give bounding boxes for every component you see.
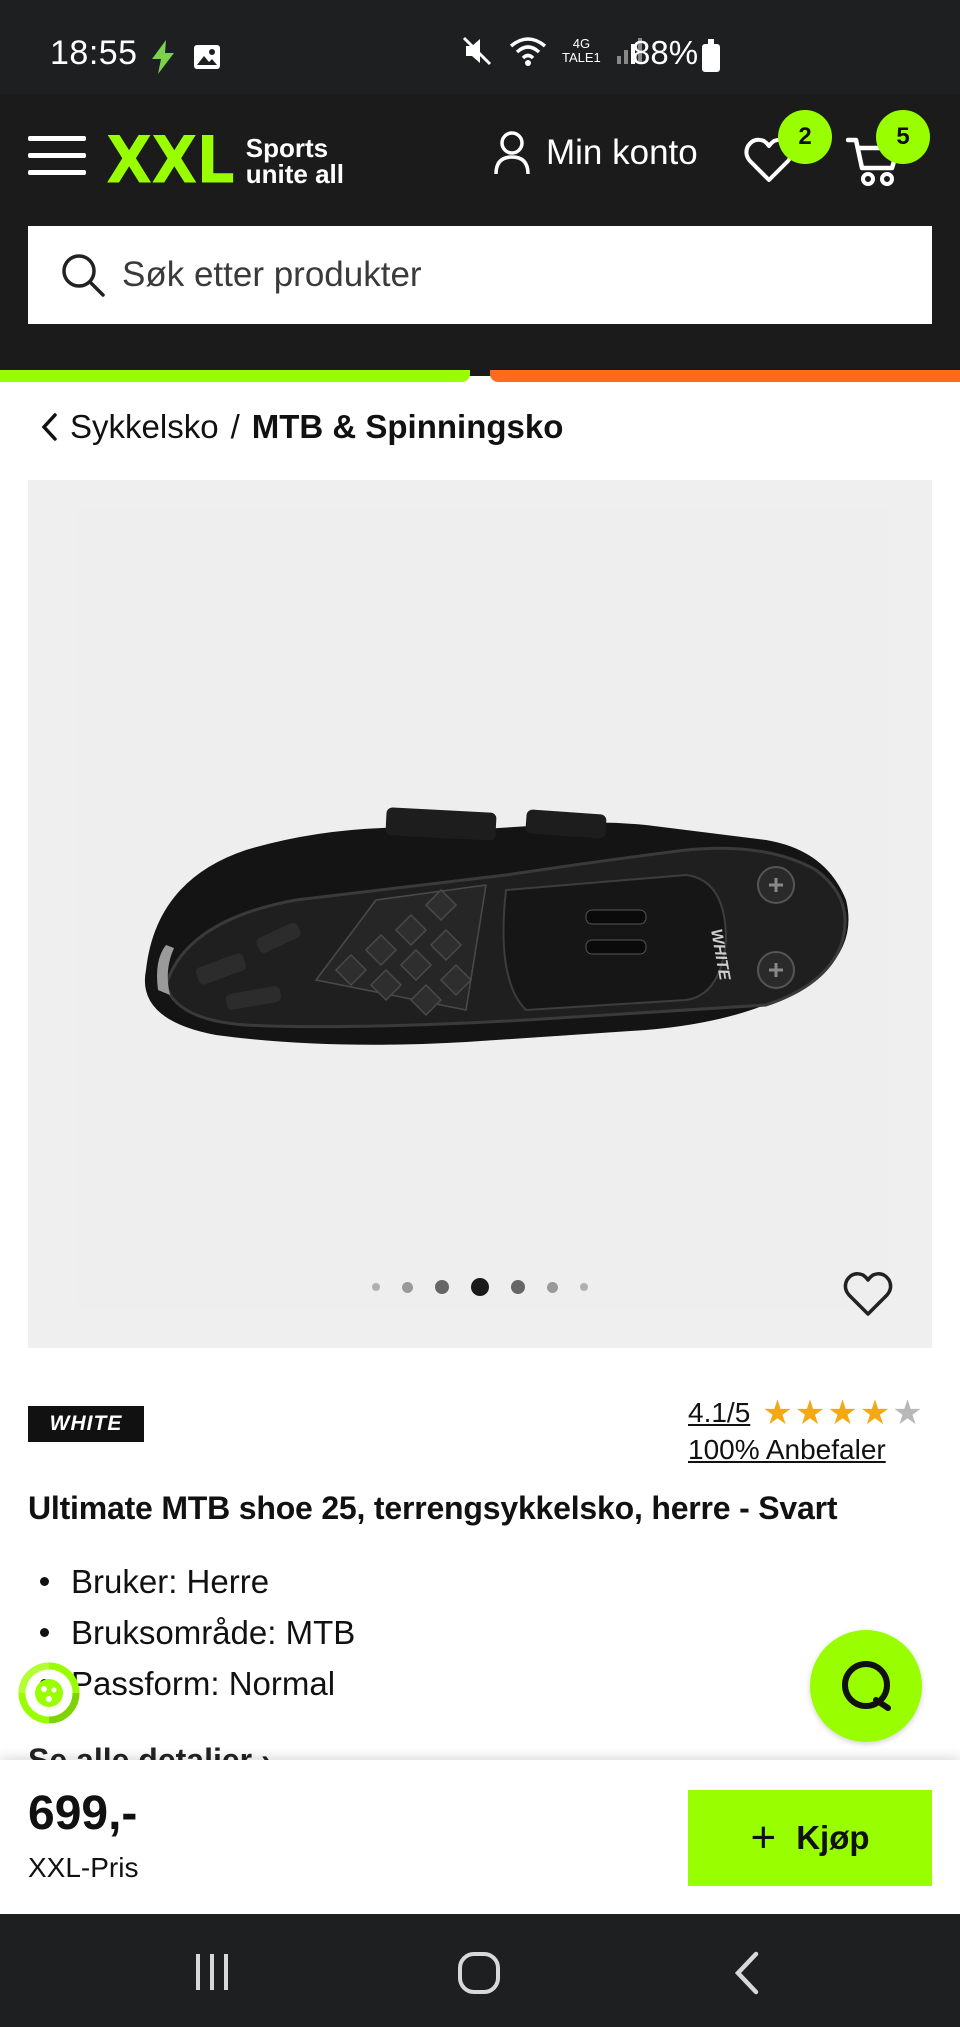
sticky-buy-bar: 699,- XXL-Pris + Kjøp	[0, 1760, 960, 1914]
search-input[interactable]	[122, 255, 882, 295]
star-full-icon: ★	[827, 1394, 858, 1432]
breadcrumb: Sykkelsko / MTB & Spinningsko	[40, 408, 563, 446]
search-bar[interactable]	[28, 226, 932, 324]
user-icon	[494, 131, 530, 175]
status-time: 18:55	[50, 34, 138, 72]
breadcrumb-separator: /	[230, 408, 240, 445]
plus-icon: +	[750, 1813, 777, 1862]
orange-brand-stripe	[490, 370, 960, 382]
gallery-dot[interactable]	[580, 1283, 588, 1291]
feature-item: Passform: Normal	[40, 1658, 355, 1709]
product-image-shoe-sole[interactable]: WHITE	[126, 780, 866, 1050]
star-full-icon: ★	[794, 1394, 826, 1432]
recommend-percent[interactable]: 100% Anbefaler	[688, 1434, 923, 1466]
recent-apps-icon[interactable]	[190, 1950, 234, 1994]
account-link[interactable]: Min konto	[492, 130, 698, 176]
cookie-consent-icon[interactable]	[16, 1660, 82, 1726]
mute-icon	[462, 36, 492, 66]
system-navigation-bar	[0, 1914, 960, 2027]
logo-mark: XXL	[106, 123, 235, 199]
buy-button[interactable]: + Kjøp	[688, 1790, 932, 1886]
gallery-notification-icon	[194, 45, 220, 69]
search-icon	[62, 254, 105, 297]
gallery-pagination	[372, 1278, 588, 1296]
wishlist-count-badge: 2	[778, 110, 832, 164]
battery-icon	[702, 39, 720, 72]
xxl-logo[interactable]: XXL Sports unite all	[106, 123, 345, 199]
rating-stars: ★ ★ ★ ★ ★	[762, 1396, 922, 1430]
gallery-dot[interactable]	[511, 1280, 525, 1294]
product-price: 699,-	[28, 1787, 138, 1840]
logo-tagline: Sports unite all	[245, 133, 345, 189]
status-notification-icons	[148, 40, 222, 74]
brand-logo[interactable]: WHITE	[28, 1406, 144, 1442]
gallery-dot-active[interactable]	[471, 1278, 489, 1296]
buy-button-label: Kjøp	[796, 1819, 870, 1856]
wifi-icon	[509, 37, 547, 66]
breadcrumb-parent[interactable]: Sykkelsko	[70, 408, 219, 446]
gallery-dot[interactable]	[402, 1281, 413, 1293]
product-features: Bruker: Herre Bruksområde: MTB Passform:…	[40, 1556, 355, 1709]
gallery-dot[interactable]	[372, 1283, 380, 1291]
feature-item: Bruker: Herre	[40, 1556, 355, 1607]
chat-button[interactable]	[810, 1630, 922, 1742]
add-to-wishlist-heart-icon[interactable]	[842, 1270, 894, 1318]
status-system-icons: 4G TALE1	[460, 34, 645, 68]
gallery-dot[interactable]	[435, 1280, 449, 1294]
network-type: 4G TALE1	[562, 36, 601, 65]
cart-count-badge: 5	[876, 110, 930, 164]
charging-bolt-icon	[152, 40, 174, 74]
gallery-dot[interactable]	[547, 1281, 558, 1293]
breadcrumb-current: MTB & Spinningsko	[251, 408, 564, 445]
account-label: Min konto	[546, 133, 698, 172]
status-bar: 18:55 4G TALE1 88%	[0, 0, 960, 94]
star-empty-icon: ★	[892, 1394, 923, 1432]
menu-icon[interactable]	[28, 136, 86, 176]
star-full-icon: ★	[859, 1394, 891, 1432]
product-title: Ultimate MTB shoe 25, terrengsykkelsko, …	[28, 1490, 838, 1526]
chat-bubble-icon	[842, 1661, 891, 1711]
price-label: XXL-Pris	[28, 1852, 139, 1883]
battery-percent: 88%	[632, 34, 699, 71]
product-rating[interactable]: 4.1/5 ★ ★ ★ ★ ★ 100% Anbefaler	[688, 1396, 923, 1466]
back-icon[interactable]	[730, 1950, 764, 1996]
feature-item: Bruksområde: MTB	[40, 1607, 355, 1658]
see-all-details-link[interactable]: Se alle detaljer ›	[28, 1742, 272, 1762]
green-brand-stripe	[0, 370, 470, 382]
product-gallery[interactable]: WHITE	[28, 480, 932, 1348]
chevron-left-icon[interactable]	[40, 412, 58, 442]
rating-score[interactable]: 4.1/5	[688, 1397, 750, 1429]
star-full-icon: ★	[762, 1394, 793, 1432]
home-icon[interactable]	[456, 1950, 502, 1996]
